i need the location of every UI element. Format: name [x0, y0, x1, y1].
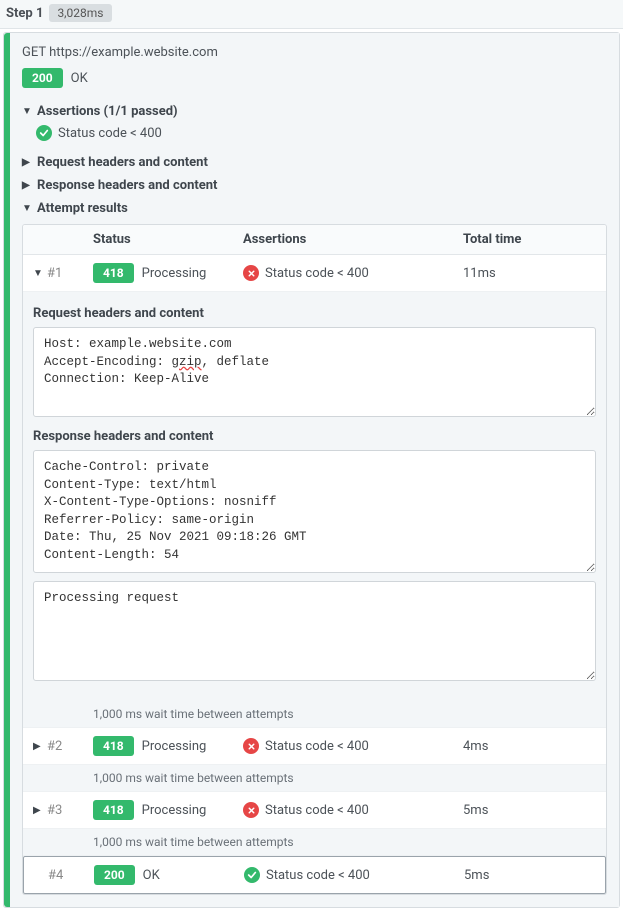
table-header: Status Assertions Total time: [23, 225, 606, 255]
status-text: Processing: [142, 739, 207, 754]
x-circle-icon: [243, 802, 259, 818]
attempt-time: 5ms: [463, 803, 596, 818]
col-status: Status: [93, 232, 243, 247]
table-row[interactable]: ▼ #1 418 Processing Status code < 400 11…: [23, 255, 606, 292]
status-code-badge: 418: [93, 800, 134, 820]
response-headers-content[interactable]: Cache-Control: private Content-Type: tex…: [33, 450, 596, 573]
assertions-toggle[interactable]: ▼ Assertions (1/1 passed): [22, 100, 607, 123]
attempt-time: 4ms: [463, 739, 596, 754]
col-assertions: Assertions: [243, 232, 463, 247]
attempt-assertion: Status code < 400: [243, 265, 463, 281]
status-code-badge: 200: [22, 68, 63, 88]
status-text: Processing: [142, 803, 207, 818]
chevron-right-icon: ▶: [22, 180, 32, 191]
assertions-label: Assertions (1/1 passed): [37, 104, 178, 119]
check-circle-icon: [36, 125, 52, 141]
attempt-status: 418 Processing: [93, 263, 243, 283]
attempt-status: 200 OK: [94, 865, 244, 885]
attempt-number: ▶ #3: [33, 803, 93, 818]
attempt-status: 418 Processing: [93, 800, 243, 820]
table-row[interactable]: ▶ #3 418 Processing Status code < 400 5m…: [23, 792, 606, 829]
chevron-right-icon: ▶: [33, 805, 43, 816]
chevron-right-icon: ▶: [22, 157, 32, 168]
step-title: Step 1: [6, 6, 43, 21]
chevron-down-icon: ▼: [22, 106, 32, 117]
status-text: OK: [71, 71, 88, 86]
assertion-item: Status code < 400: [22, 123, 607, 151]
step-content: GET https://example.website.com 200 OK ▼…: [10, 33, 619, 907]
request-headers-label: Request headers and content: [33, 302, 596, 327]
step-body: GET https://example.website.com 200 OK ▼…: [3, 32, 620, 908]
table-row[interactable]: ▶ #2 418 Processing Status code < 400 4m…: [23, 728, 606, 765]
gzip-underline: gzip: [172, 355, 202, 369]
response-headers-label: Response headers and content: [33, 425, 596, 450]
attempt-time: 5ms: [464, 868, 595, 883]
status-code-badge: 200: [94, 865, 135, 885]
chevron-down-icon: ▼: [33, 268, 43, 279]
status-row: 200 OK: [22, 68, 607, 88]
chevron-down-icon: ▼: [22, 203, 32, 214]
attempts-table: Status Assertions Total time ▼ #1 418 Pr…: [22, 224, 607, 895]
step-header: Step 1 3,028ms: [0, 0, 623, 29]
attempt-number: ▼ #1: [33, 266, 93, 281]
status-code-badge: 418: [93, 263, 134, 283]
attempt-detail: Request headers and content Host: exampl…: [23, 292, 606, 701]
attempt-assertion: Status code < 400: [244, 867, 464, 883]
check-circle-icon: [244, 867, 260, 883]
attempt-assertion: Status code < 400: [243, 738, 463, 754]
section-label: Attempt results: [37, 201, 128, 216]
col-total-time: Total time: [463, 232, 596, 247]
attempt-number: ▶ #2: [33, 739, 93, 754]
request-headers-content[interactable]: Host: example.website.com Accept-Encodin…: [33, 327, 596, 417]
wait-note: 1,000 ms wait time between attempts: [23, 765, 606, 792]
wait-note: 1,000 ms wait time between attempts: [23, 701, 606, 728]
table-row[interactable]: #4 200 OK Status code < 400 5ms: [23, 856, 606, 894]
assertion-text: Status code < 400: [58, 126, 162, 141]
chevron-right-icon: ▶: [33, 741, 43, 752]
attempt-time: 11ms: [463, 266, 596, 281]
x-circle-icon: [243, 738, 259, 754]
attempts-toggle[interactable]: ▼ Attempt results: [22, 197, 607, 220]
status-text: OK: [143, 868, 160, 883]
step-duration-badge: 3,028ms: [49, 4, 111, 22]
request-line: GET https://example.website.com: [22, 43, 607, 68]
request-headers-toggle[interactable]: ▶ Request headers and content: [22, 151, 607, 174]
x-circle-icon: [243, 265, 259, 281]
wait-note: 1,000 ms wait time between attempts: [23, 829, 606, 856]
attempt-assertion: Status code < 400: [243, 802, 463, 818]
section-label: Request headers and content: [37, 155, 208, 170]
attempt-status: 418 Processing: [93, 736, 243, 756]
response-headers-toggle[interactable]: ▶ Response headers and content: [22, 174, 607, 197]
status-code-badge: 418: [93, 736, 134, 756]
status-text: Processing: [142, 266, 207, 281]
section-label: Response headers and content: [37, 178, 217, 193]
attempt-number: #4: [34, 868, 94, 883]
response-body-content[interactable]: Processing request: [33, 581, 596, 681]
